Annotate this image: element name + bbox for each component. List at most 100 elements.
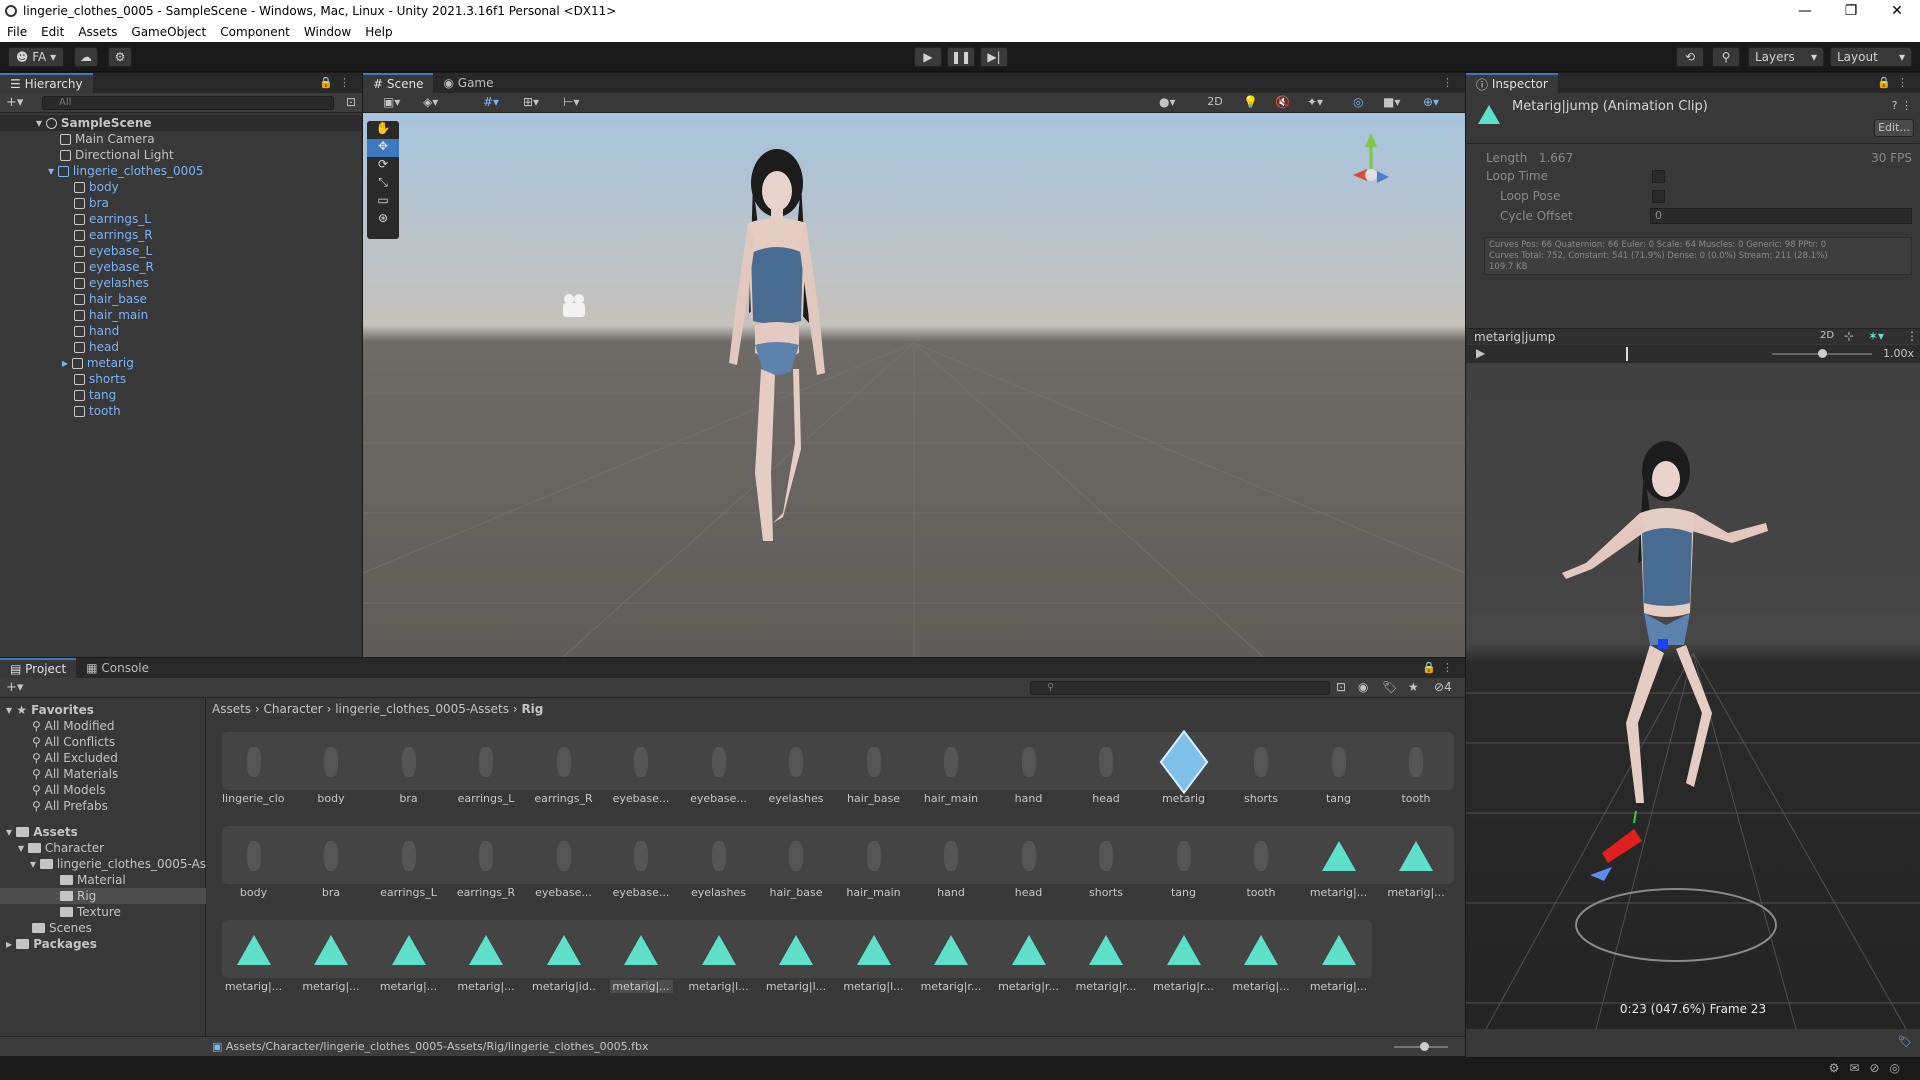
asset-item[interactable]: earrings_R — [532, 732, 595, 805]
scale-tool-icon[interactable]: ⤡ — [367, 175, 399, 193]
transform-tool-icon[interactable]: ⊛ — [367, 211, 399, 229]
asset-item[interactable]: tooth — [1230, 826, 1293, 899]
hierarchy-item[interactable]: hair_base — [0, 291, 362, 307]
avatar-icon[interactable]: ✶▾ — [1868, 329, 1884, 343]
fav-item[interactable]: ⚲ All Modified — [32, 718, 115, 734]
create-icon[interactable]: +▾ — [6, 680, 23, 695]
asset-item[interactable]: metarig|... — [222, 920, 285, 993]
minimize-button[interactable]: — — [1782, 0, 1828, 22]
asset-item[interactable]: tang — [1307, 732, 1370, 805]
asset-item[interactable]: bra — [300, 826, 363, 899]
hand-tool-icon[interactable]: ✋ — [367, 121, 399, 139]
breadcrumb-assets[interactable]: Assets — [212, 702, 251, 716]
asset-item[interactable]: metarig|l... — [765, 920, 828, 993]
fav-item[interactable]: ⚲ All Conflicts — [32, 734, 115, 750]
grid-snap-icon[interactable]: #▾ — [483, 95, 499, 109]
edit-button[interactable]: Edit... — [1874, 119, 1914, 137]
account-dropdown[interactable]: ☻ FA ▾ — [8, 47, 64, 67]
packages-folder[interactable]: ▸ Packages — [6, 936, 97, 952]
gizmos-icon[interactable]: ⊕▾ — [1423, 95, 1439, 109]
hierarchy-item[interactable]: earrings_L — [0, 211, 362, 227]
play-button[interactable]: ▶ — [914, 47, 942, 67]
hierarchy-item[interactable]: ▸ metarig — [0, 355, 362, 371]
asset-item[interactable]: metarig|... — [1307, 826, 1370, 899]
asset-item[interactable]: earrings_L — [455, 732, 518, 805]
fav-item[interactable]: ⚲ All Models — [32, 782, 106, 798]
hierarchy-item[interactable]: tang — [0, 387, 362, 403]
asset-item[interactable]: metarig|r... — [997, 920, 1060, 993]
hierarchy-item[interactable]: eyebase_L — [0, 243, 362, 259]
asset-item[interactable]: eyebase... — [687, 732, 750, 805]
folder-item-selected[interactable]: Rig — [0, 888, 206, 904]
close-button[interactable]: ✕ — [1874, 0, 1920, 22]
hierarchy-item[interactable]: body — [0, 179, 362, 195]
asset-item[interactable]: eyebase... — [610, 826, 673, 899]
scene-viewport[interactable] — [363, 113, 1465, 657]
hierarchy-search[interactable]: All — [42, 96, 334, 110]
layout-dropdown[interactable]: Layout ▾ — [1830, 47, 1912, 67]
asset-item[interactable]: metarig — [1152, 729, 1215, 805]
assets-folder[interactable]: ▾ Assets — [6, 824, 78, 840]
asset-item[interactable]: eyelashes — [765, 732, 828, 805]
scene-row[interactable]: ▾ SampleScene — [0, 115, 362, 131]
asset-item[interactable]: hair_main — [842, 826, 905, 899]
hierarchy-item[interactable]: bra — [0, 195, 362, 211]
hierarchy-item[interactable]: head — [0, 339, 362, 355]
asset-item[interactable]: metarig|... — [455, 920, 518, 993]
menu-edit[interactable]: Edit — [34, 25, 71, 39]
folder-item[interactable]: Material — [60, 872, 126, 888]
move-tool-icon[interactable]: ✥ — [367, 139, 399, 157]
hidden-packages-icon[interactable]: ⊘4 — [1434, 680, 1452, 694]
hierarchy-item[interactable]: shorts — [0, 371, 362, 387]
filter-icon[interactable]: ⊡ — [346, 95, 356, 109]
cloud-icon[interactable]: ☁ — [74, 47, 98, 67]
asset-item[interactable]: metarig|... — [1385, 826, 1448, 899]
inspector-menu-icon[interactable]: 🔒⋮ — [1877, 76, 1914, 89]
asset-item[interactable]: earrings_L — [377, 826, 440, 899]
asset-item[interactable]: eyebase... — [532, 826, 595, 899]
asset-item[interactable]: body — [300, 732, 363, 805]
maximize-button[interactable]: ❐ — [1828, 0, 1874, 22]
asset-item[interactable]: metarig|... — [377, 920, 440, 993]
asset-item[interactable]: tooth — [1385, 732, 1448, 805]
shading-icon[interactable]: ◈▾ — [423, 95, 438, 109]
ruler-icon[interactable]: ⊢▾ — [563, 95, 579, 109]
loop-time-checkbox[interactable] — [1652, 170, 1665, 183]
asset-item[interactable]: metarig|... — [609, 920, 673, 993]
asset-item[interactable]: hand — [997, 732, 1060, 805]
asset-item[interactable]: metarig|l... — [842, 920, 905, 993]
asset-item[interactable]: hair_main — [920, 732, 983, 805]
folder-item[interactable]: ▾ lingerie_clothes_0005-As — [30, 856, 206, 872]
hierarchy-item[interactable]: eyebase_R — [0, 259, 362, 275]
add-icon[interactable]: +▾ — [6, 95, 23, 110]
pause-button[interactable]: ❚❚ — [947, 47, 975, 67]
asset-item[interactable]: metarig|l... — [687, 920, 750, 993]
menu-file[interactable]: File — [0, 25, 34, 39]
fav-item[interactable]: ⚲ All Materials — [32, 766, 118, 782]
hierarchy-item[interactable]: eyelashes — [0, 275, 362, 291]
panel-menu-icon[interactable]: 🔒⋮ — [319, 76, 356, 89]
toggle-2d-button[interactable]: 2D — [1203, 95, 1227, 111]
zoom-slider-handle[interactable] — [1420, 1042, 1429, 1051]
asset-item[interactable]: hair_base — [765, 826, 828, 899]
asset-item[interactable]: metarig|r... — [920, 920, 983, 993]
label-icon[interactable]: 🏷 — [1382, 680, 1397, 694]
search-by-type-icon[interactable]: ⊡ — [1336, 680, 1346, 694]
cycle-offset-field[interactable]: 0 — [1650, 208, 1912, 224]
rotate-tool-icon[interactable]: ⟳ — [367, 157, 399, 175]
breadcrumb-lingerie-assets[interactable]: lingerie_clothes_0005-Assets — [335, 702, 509, 716]
search-by-label-icon[interactable]: ◉ — [1358, 680, 1368, 694]
menu-help[interactable]: Help — [358, 25, 399, 39]
menu-assets[interactable]: Assets — [71, 25, 124, 39]
status-icons[interactable]: ⚙✉⊘◎ — [1829, 1061, 1910, 1075]
tab-scene[interactable]: # Scene — [363, 73, 434, 93]
rect-tool-icon[interactable]: ▭ — [367, 193, 399, 211]
folder-item[interactable]: Scenes — [32, 920, 92, 936]
asset-item[interactable]: metarig|r... — [1075, 920, 1138, 993]
asset-label-icon[interactable]: 🏷 — [1898, 1035, 1912, 1048]
scene-menu-icon[interactable]: ⋮ — [1442, 76, 1459, 89]
gizmo-sphere-icon[interactable]: ●▾ — [1159, 95, 1176, 109]
fav-item[interactable]: ⚲ All Prefabs — [32, 798, 108, 814]
camera-icon[interactable]: ■▾ — [1383, 95, 1400, 109]
favorites-header[interactable]: ▾ ★ Favorites — [6, 702, 94, 718]
